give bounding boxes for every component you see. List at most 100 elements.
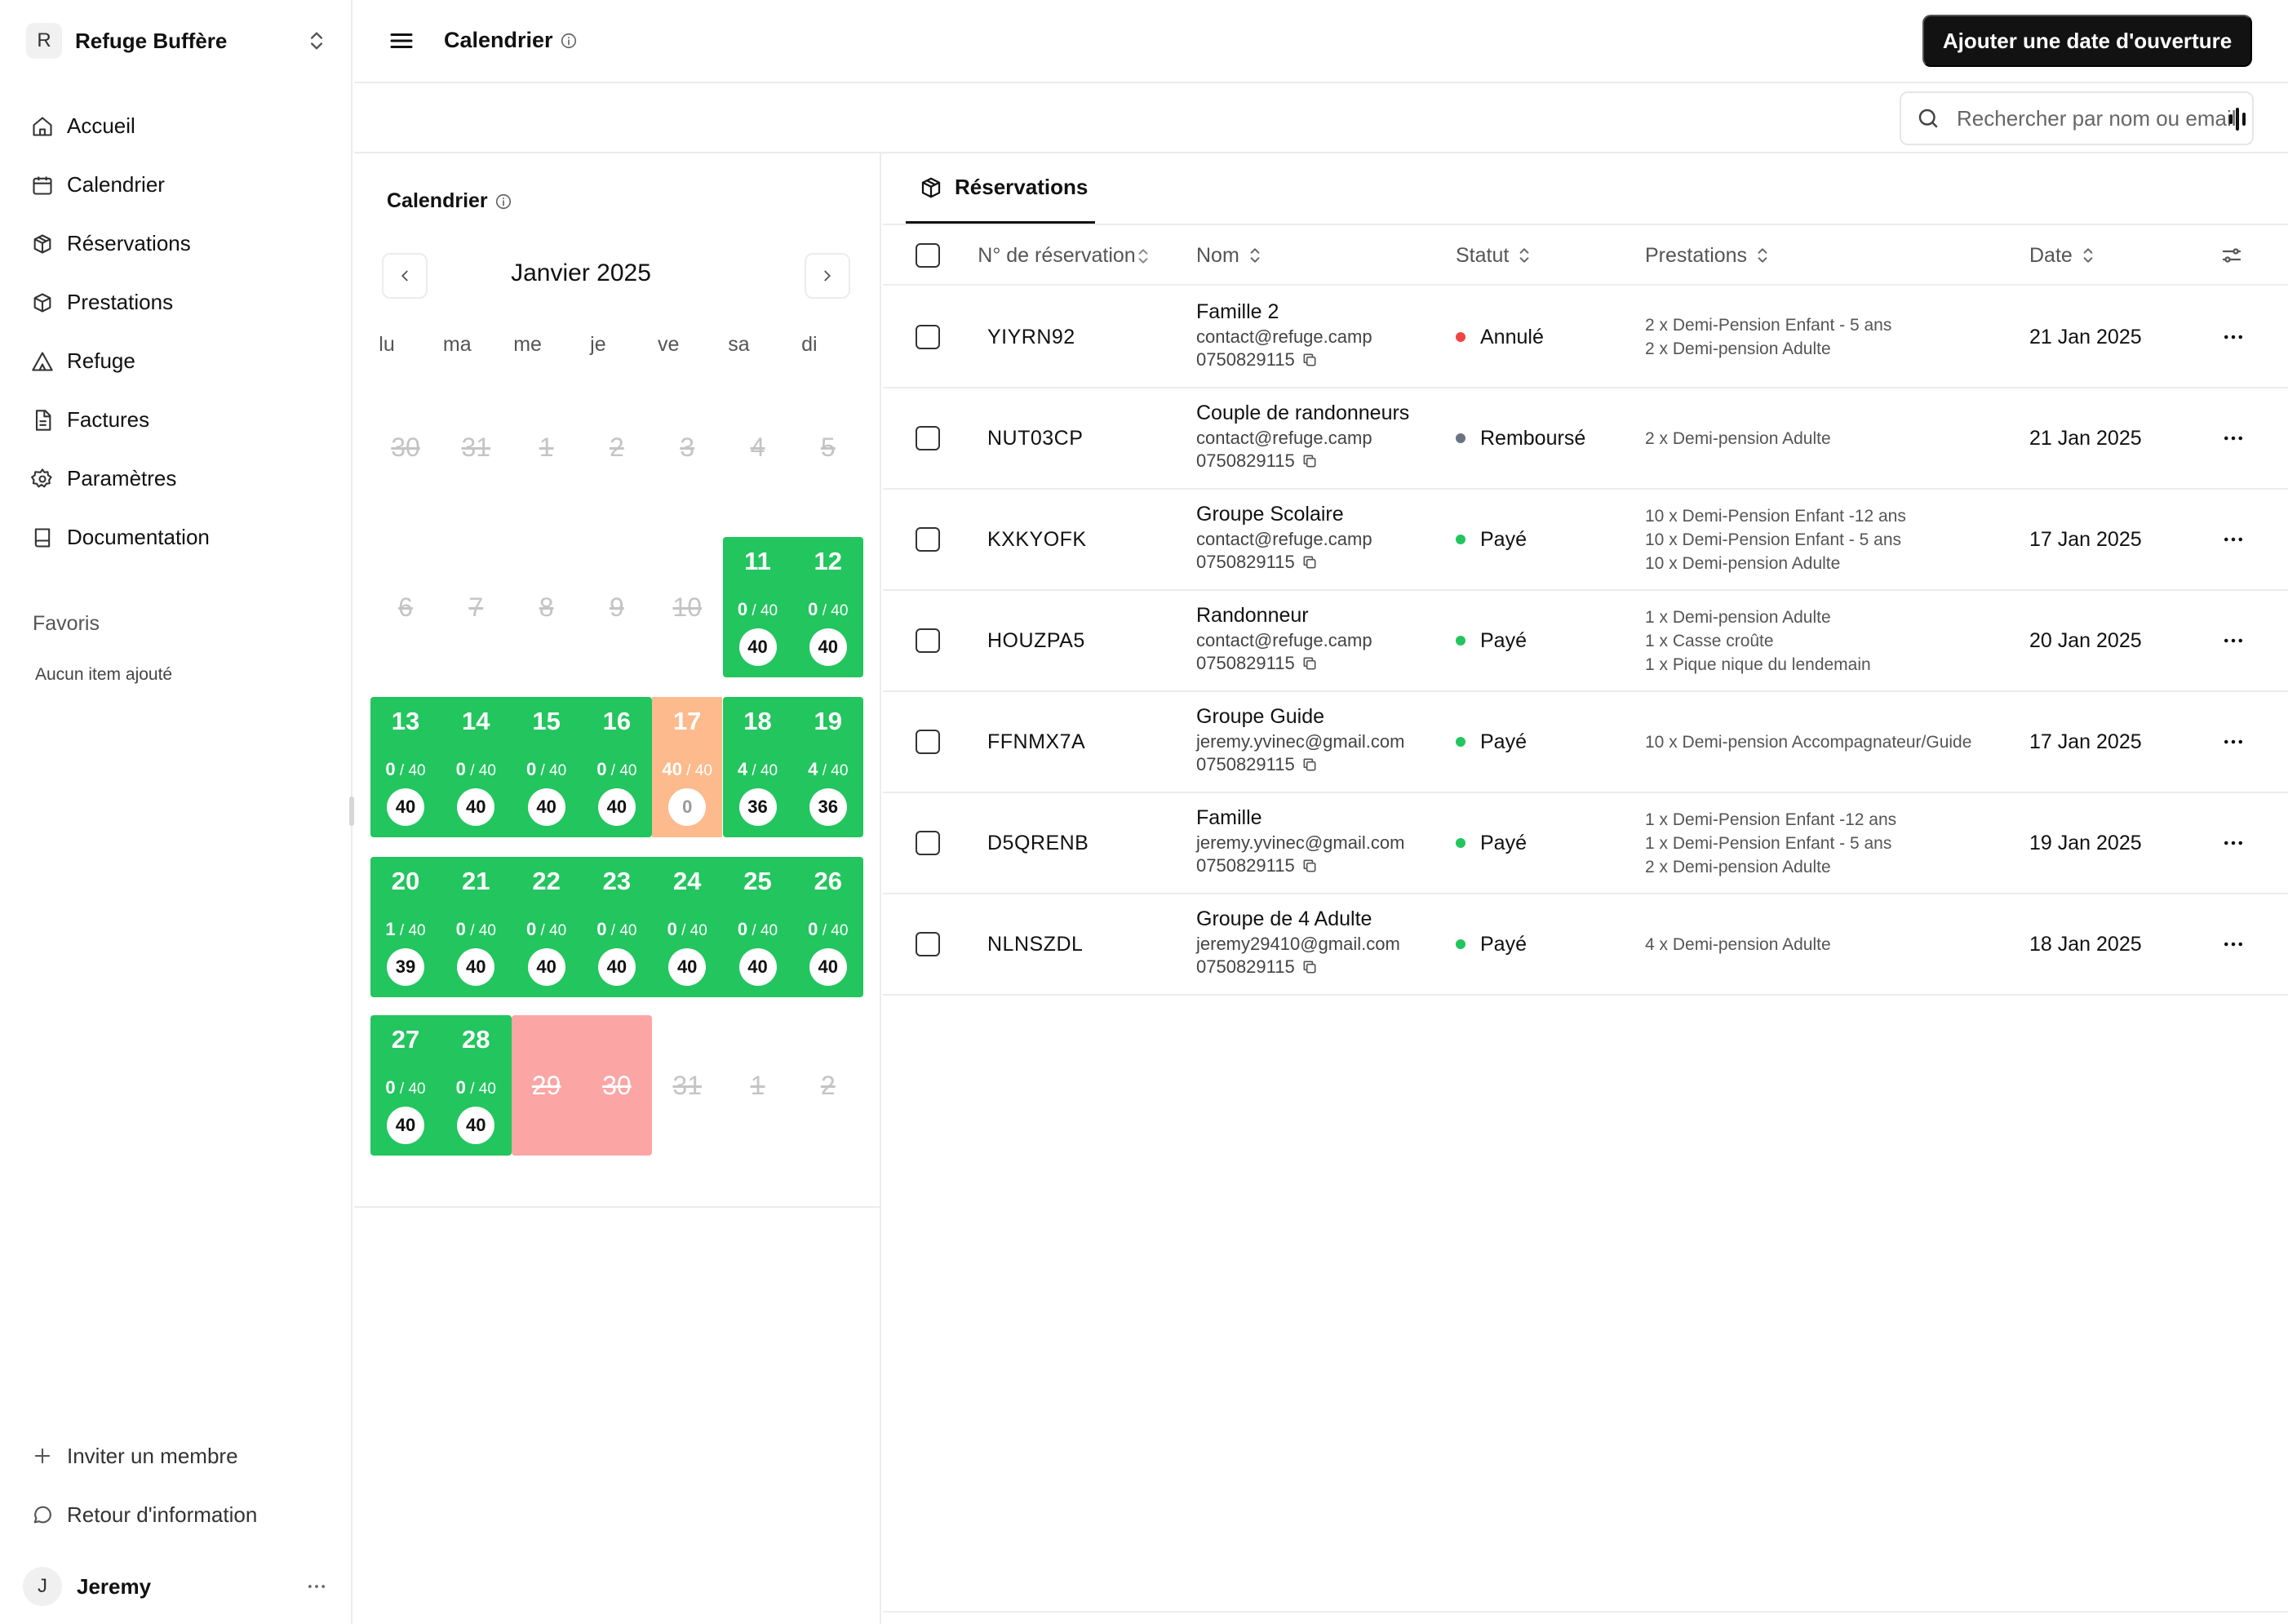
calendar-day[interactable]: 25 0 / 40 40 — [723, 857, 793, 997]
calendar-day[interactable]: 1 — [723, 1015, 793, 1156]
calendar-day[interactable]: 30 — [582, 1015, 652, 1156]
calendar-day[interactable]: 28 0 / 40 40 — [441, 1015, 511, 1156]
prev-month-button[interactable] — [382, 253, 428, 299]
copy-icon[interactable] — [1301, 959, 1318, 975]
calendar-day[interactable]: 29 — [512, 1015, 582, 1156]
row-checkbox[interactable] — [916, 831, 940, 855]
column-status[interactable]: Statut — [1456, 225, 1532, 286]
column-name[interactable]: Nom — [1196, 225, 1262, 286]
table-row[interactable]: KXKYOFK Groupe Scolaire contact@refuge.cam… — [883, 490, 2288, 591]
guest-phone-number: 0750829115 — [1196, 552, 1295, 572]
calendar-day[interactable]: 18 4 / 40 36 — [723, 697, 793, 837]
calendar-day[interactable]: 19 4 / 40 36 — [793, 697, 863, 837]
more-horizontal-icon[interactable] — [2221, 831, 2246, 855]
menu-icon[interactable] — [387, 26, 416, 55]
calendar-day[interactable]: 21 0 / 40 40 — [441, 857, 511, 997]
calendar-day[interactable]: 24 0 / 40 40 — [652, 857, 722, 997]
sidebar-item-factures[interactable]: Factures — [20, 397, 333, 442]
copy-icon[interactable] — [1301, 757, 1318, 773]
calendar-day[interactable]: 31 — [441, 377, 511, 517]
calendar-day[interactable]: 16 0 / 40 40 — [582, 697, 652, 837]
calendar-day[interactable]: 4 — [723, 377, 793, 517]
row-checkbox[interactable] — [916, 730, 940, 754]
more-horizontal-icon[interactable] — [2221, 426, 2246, 450]
table-row[interactable]: HOUZPA5 Randonneur contact@refuge.camp 0750… — [883, 591, 2288, 692]
column-date[interactable]: Date — [2029, 225, 2095, 286]
row-checkbox[interactable] — [916, 325, 940, 349]
workspace-switcher[interactable]: R Refuge Buffère — [26, 23, 328, 59]
copy-icon[interactable] — [1301, 453, 1318, 469]
calendar-day[interactable]: 30 — [370, 377, 441, 517]
row-checkbox[interactable] — [916, 628, 940, 653]
more-horizontal-icon[interactable] — [2221, 730, 2246, 754]
table-row[interactable]: NUT03CP Couple de randonneurs contact@refu… — [883, 388, 2288, 490]
calendar-day[interactable]: 2 — [793, 1015, 863, 1156]
calendar-day[interactable]: 7 — [441, 537, 511, 677]
calendar-day[interactable]: 17 40 / 40 0 — [652, 697, 722, 837]
sidebar-item-parametres[interactable]: Paramètres — [20, 455, 333, 501]
calendar-day[interactable]: 5 — [793, 377, 863, 517]
day-booked: 0 — [737, 919, 748, 939]
info-icon[interactable] — [560, 32, 578, 50]
calendar-day[interactable]: 13 0 / 40 40 — [370, 697, 441, 837]
calendar-day[interactable]: 9 — [582, 537, 652, 677]
more-horizontal-icon[interactable] — [2221, 325, 2246, 349]
search-box[interactable] — [1900, 91, 2254, 145]
row-checkbox[interactable] — [916, 426, 940, 450]
calendar-day[interactable]: 6 — [370, 537, 441, 677]
copy-icon[interactable] — [1301, 655, 1318, 672]
column-number[interactable]: N° de réservation — [971, 225, 1142, 286]
more-horizontal-icon[interactable] — [2221, 932, 2246, 956]
sidebar-item-calendrier[interactable]: Calendrier — [20, 162, 333, 207]
calendar-day[interactable]: 2 — [582, 377, 652, 517]
invite-member-button[interactable]: Inviter un membre — [20, 1433, 333, 1479]
table-row[interactable]: D5QRENB Famille jeremy.yvinec@gmail.com 075… — [883, 793, 2288, 894]
more-horizontal-icon[interactable] — [2221, 527, 2246, 552]
calendar-day[interactable]: 1 — [512, 377, 582, 517]
settings-sliders-icon[interactable] — [2219, 243, 2244, 268]
row-checkbox[interactable] — [916, 932, 940, 956]
calendar-day[interactable]: 23 0 / 40 40 — [582, 857, 652, 997]
select-all-checkbox[interactable] — [916, 243, 940, 268]
copy-icon[interactable] — [1301, 352, 1318, 368]
status-label: Payé — [1480, 628, 1527, 652]
user-menu[interactable]: J Jeremy — [23, 1565, 330, 1608]
calendar-day[interactable]: 26 0 / 40 40 — [793, 857, 863, 997]
search-input[interactable] — [1957, 105, 2250, 131]
sidebar-item-accueil[interactable]: Accueil — [20, 103, 333, 149]
guest-phone: 0750829115 — [1196, 450, 1318, 472]
table-row[interactable]: FFNMX7A Groupe Guide jeremy.yvinec@gmail.c… — [883, 692, 2288, 793]
search-row — [354, 83, 2288, 153]
sidebar-item-refuge[interactable]: Refuge — [20, 338, 333, 384]
feedback-button[interactable]: Retour d'information — [20, 1492, 333, 1537]
sort-icon[interactable] — [1136, 247, 1151, 265]
copy-icon[interactable] — [1301, 554, 1318, 570]
calendar-day[interactable]: 8 — [512, 537, 582, 677]
voice-icon[interactable] — [2228, 106, 2247, 132]
copy-icon[interactable] — [1301, 858, 1318, 874]
day-number: 23 — [602, 867, 632, 895]
calendar-day[interactable]: 15 0 / 40 40 — [512, 697, 582, 837]
calendar-day[interactable]: 14 0 / 40 40 — [441, 697, 511, 837]
sidebar-item-prestations[interactable]: Prestations — [20, 279, 333, 325]
calendar-day[interactable]: 22 0 / 40 40 — [512, 857, 582, 997]
more-horizontal-icon[interactable] — [304, 1575, 330, 1598]
calendar-day[interactable]: 27 0 / 40 40 — [370, 1015, 441, 1156]
table-row[interactable]: YIYRN92 Famille 2 contact@refuge.camp 07508… — [883, 287, 2288, 388]
calendar-day[interactable]: 11 0 / 40 40 — [723, 537, 793, 677]
info-icon[interactable] — [494, 193, 512, 211]
table-row[interactable]: NLNSZDL Groupe de 4 Adulte jeremy29410@gma… — [883, 894, 2288, 996]
more-horizontal-icon[interactable] — [2221, 628, 2246, 653]
column-services[interactable]: Prestations — [1645, 225, 1770, 286]
row-checkbox[interactable] — [916, 527, 940, 552]
calendar-day[interactable]: 31 — [652, 1015, 722, 1156]
calendar-day[interactable]: 20 1 / 40 39 — [370, 857, 441, 997]
tab-reservations[interactable]: Réservations — [906, 153, 1095, 224]
sidebar-item-documentation[interactable]: Documentation — [20, 514, 333, 560]
add-opening-date-button[interactable]: Ajouter une date d'ouverture — [1922, 15, 2252, 67]
sidebar-item-reservations[interactable]: Réservations — [20, 220, 333, 266]
calendar-day[interactable]: 12 0 / 40 40 — [793, 537, 863, 677]
calendar-day[interactable]: 10 — [652, 537, 722, 677]
calendar-day[interactable]: 3 — [652, 377, 722, 517]
next-month-button[interactable] — [805, 253, 850, 299]
